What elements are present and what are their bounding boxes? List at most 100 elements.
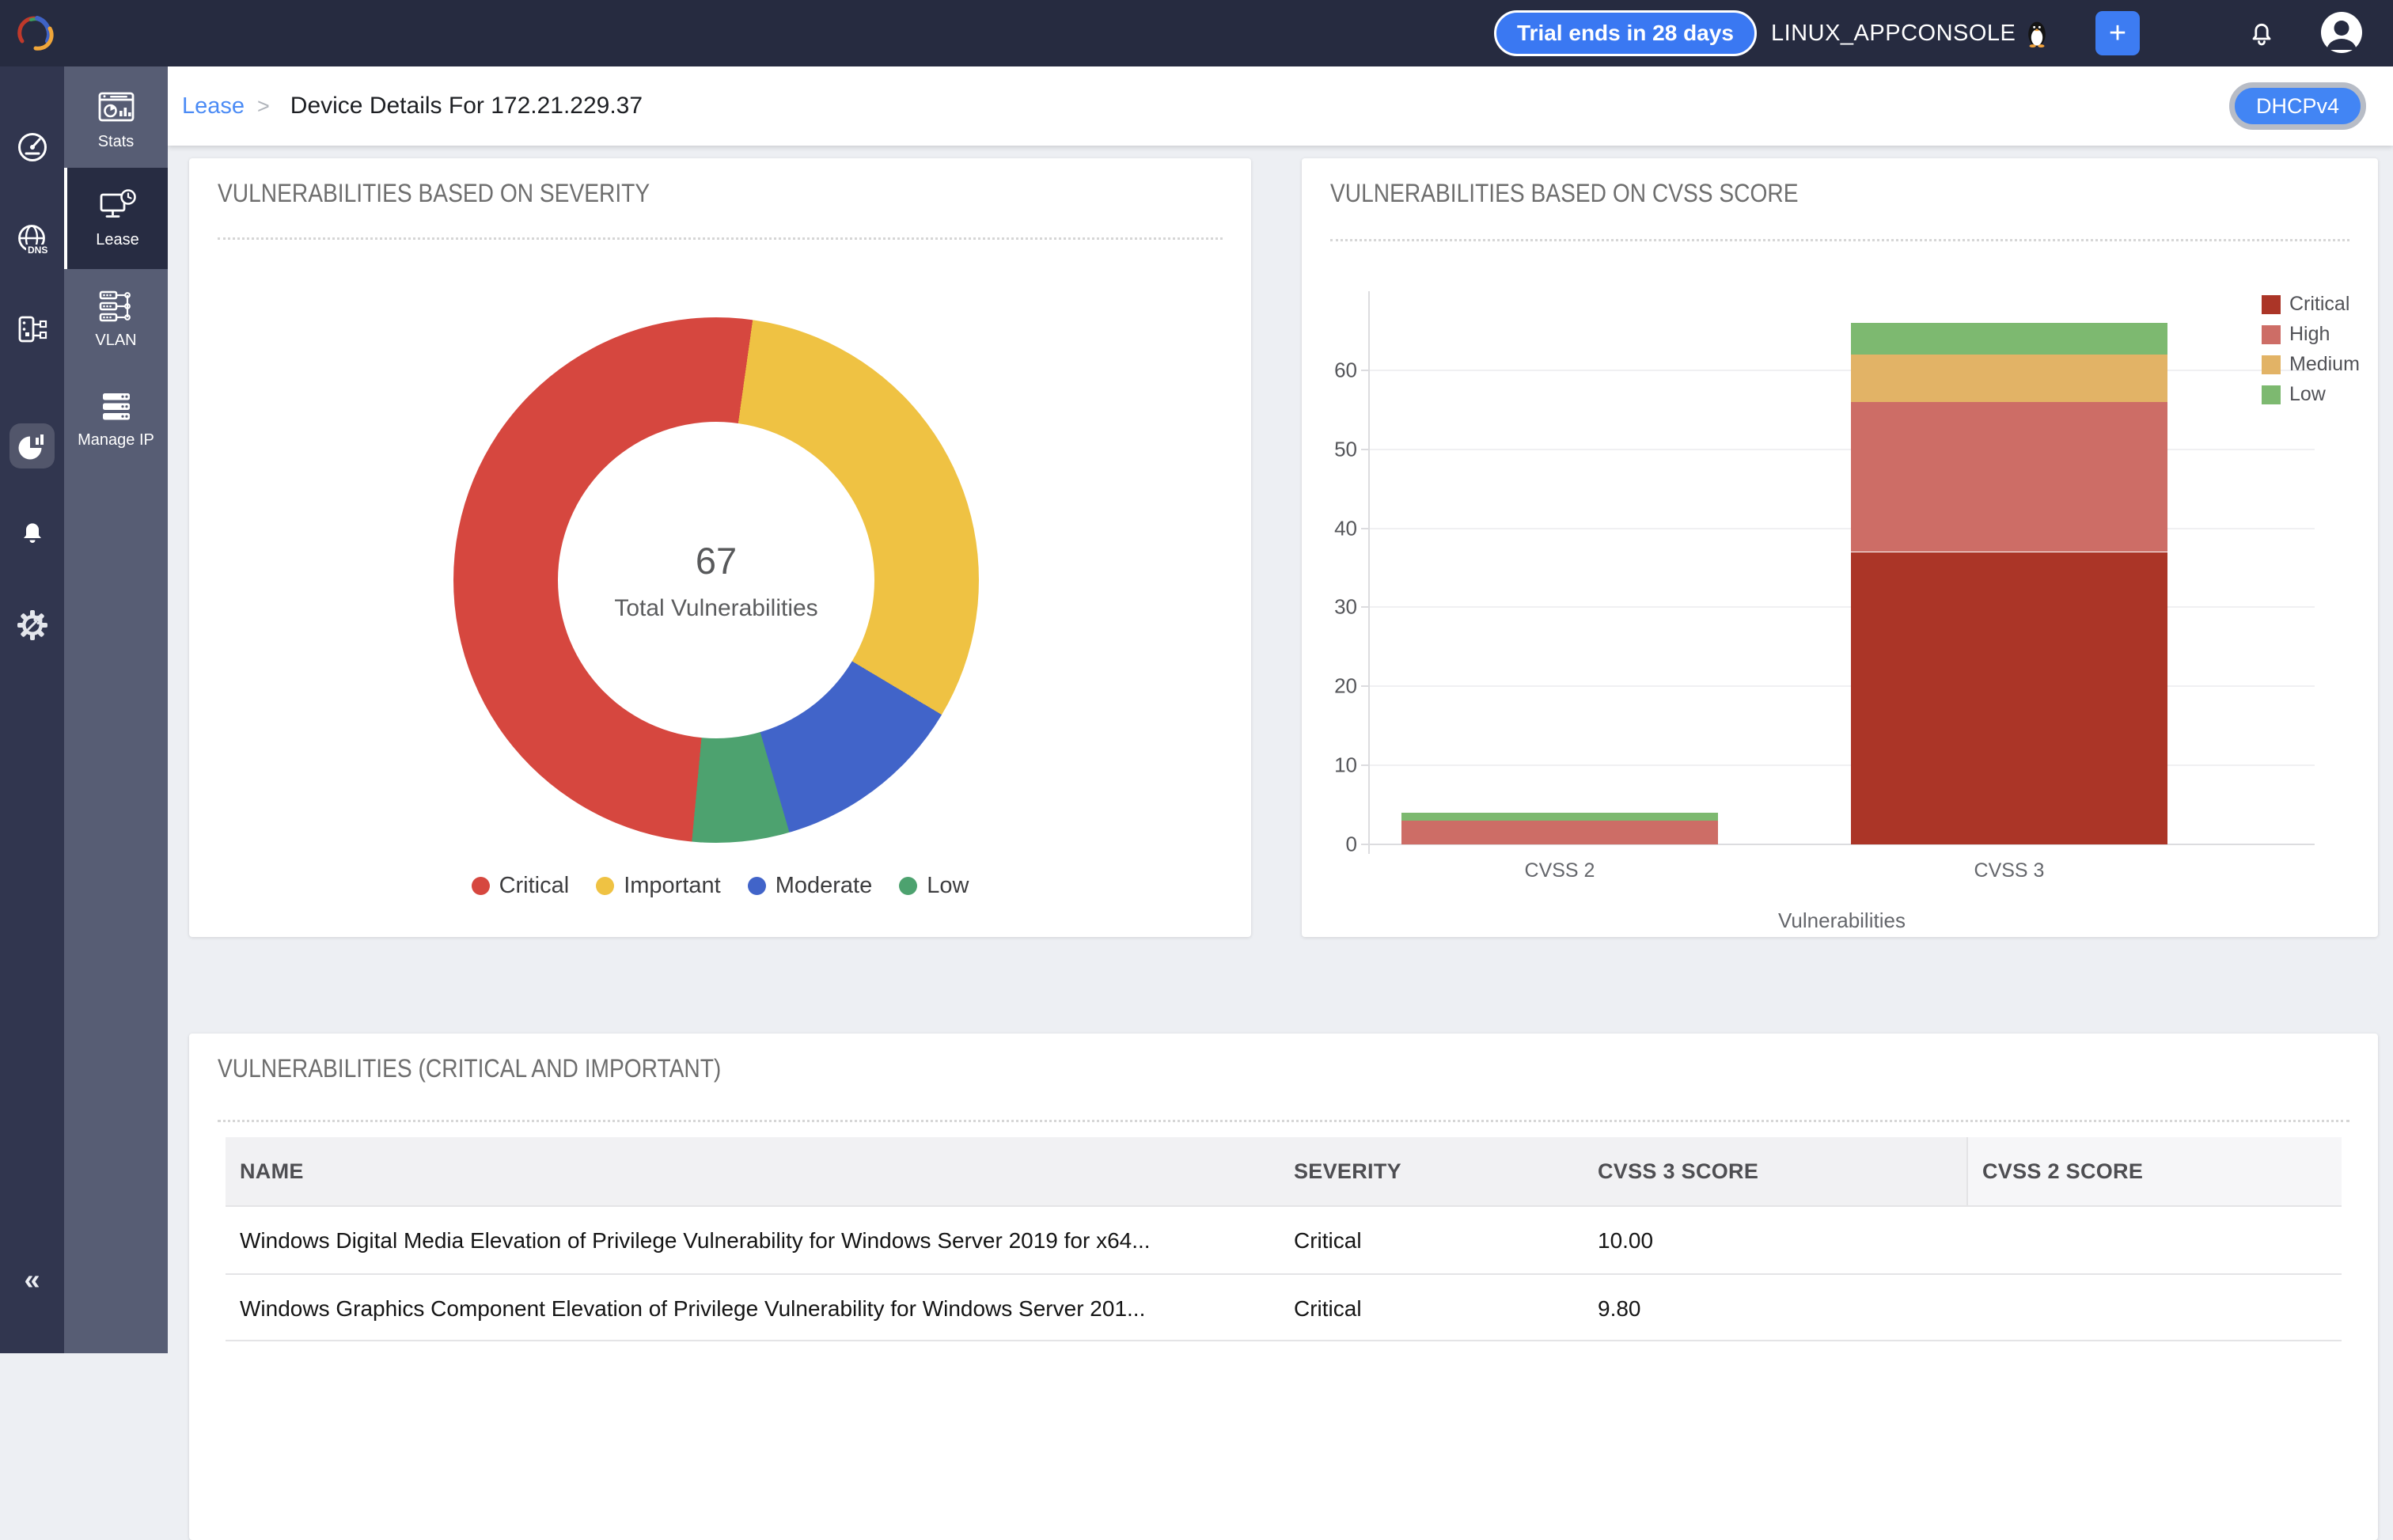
table-header-row: NAMESEVERITYCVSS 3 SCORECVSS 2 SCORE xyxy=(226,1137,2342,1205)
y-tick-label: 20 xyxy=(1311,674,1357,699)
sidebar-item-label: VLAN xyxy=(95,332,136,350)
manage-ip-icon xyxy=(98,391,135,423)
cell-cvss2 xyxy=(1966,1207,2342,1275)
pie-analytics-icon[interactable] xyxy=(0,428,64,465)
dns-globe-icon[interactable]: DNS xyxy=(0,222,64,260)
main-content: VULNERABILITIES BASED ON SEVERITY 67 Tot… xyxy=(168,146,2393,1353)
severity-card-title: VULNERABILITIES BASED ON SEVERITY xyxy=(218,179,650,208)
legend-dot xyxy=(748,877,766,895)
add-button[interactable]: + xyxy=(2095,11,2140,55)
divider xyxy=(218,1120,2349,1122)
cvss-card: VULNERABILITIES BASED ON CVSS SCORE Vuln… xyxy=(1302,158,2378,937)
gridline xyxy=(1369,449,2315,450)
rail-bell-icon[interactable] xyxy=(0,515,64,550)
cell-severity: Critical xyxy=(1280,1275,1583,1343)
notifications-bell-icon[interactable] xyxy=(2244,16,2279,51)
settings-gear-icon[interactable] xyxy=(0,607,64,643)
severity-donut-chart[interactable]: 67 Total Vulnerabilities xyxy=(453,317,979,843)
sidebar-item-lease[interactable]: Lease xyxy=(64,168,168,269)
dhcp-version-badge[interactable]: DHCPv4 xyxy=(2229,82,2366,130)
icon-rail: DNS xyxy=(0,66,64,1353)
collapse-sidebar-button[interactable]: « xyxy=(0,1263,64,1296)
legend-label: Low xyxy=(2289,383,2326,406)
legend-swatch xyxy=(2262,295,2281,314)
user-avatar-icon[interactable] xyxy=(2320,11,2363,54)
top-bar: Trial ends in 28 days LINUX_APPCONSOLE + xyxy=(0,0,2393,66)
gridline xyxy=(1369,685,2315,687)
table-card-title: VULNERABILITIES (CRITICAL AND IMPORTANT) xyxy=(218,1054,721,1083)
bar-segment-medium-cvss-3[interactable] xyxy=(1851,355,2167,402)
sidebar-item-label: Lease xyxy=(96,231,139,249)
category-label: CVSS 3 xyxy=(1851,859,2167,882)
legend-item-medium: Medium xyxy=(2262,353,2360,376)
column-header-cvss-3-score: CVSS 3 SCORE xyxy=(1583,1137,1966,1205)
legend-label: Low xyxy=(927,873,969,899)
legend-item-important: Important xyxy=(596,873,721,899)
breadcrumb-bar: Lease > Device Details For 172.21.229.37… xyxy=(168,66,2393,146)
legend-item-low: Low xyxy=(2262,383,2326,406)
legend-item-moderate: Moderate xyxy=(748,873,873,899)
total-vulnerabilities-value: 67 xyxy=(696,539,737,582)
server-topology-icon[interactable] xyxy=(0,313,64,350)
page-title: Device Details For 172.21.229.37 xyxy=(290,93,643,119)
legend-dot xyxy=(472,877,490,895)
stats-icon xyxy=(97,91,135,124)
sidebar-item-stats[interactable]: Stats xyxy=(64,74,168,168)
cell-cvss3: 10.00 xyxy=(1583,1207,1966,1275)
bar-segment-low-cvss-2[interactable] xyxy=(1401,813,1718,821)
console-name: LINUX_APPCONSOLE xyxy=(1771,0,2049,66)
app-logo-icon[interactable] xyxy=(11,11,57,57)
sidebar-item-label: Stats xyxy=(98,133,135,151)
gridline xyxy=(1369,606,2315,608)
y-tick-label: 50 xyxy=(1311,437,1357,461)
column-header-name: NAME xyxy=(226,1137,1280,1205)
bar-segment-high-cvss-2[interactable] xyxy=(1401,821,1718,844)
console-name-text: LINUX_APPCONSOLE xyxy=(1771,21,2016,47)
legend-swatch xyxy=(2262,355,2281,374)
legend-label: Critical xyxy=(499,873,570,899)
sidebar-item-vlan[interactable]: VLAN xyxy=(64,269,168,370)
sidebar-item-manage-ip[interactable]: Manage IP xyxy=(64,370,168,470)
dashboard-gauge-icon[interactable] xyxy=(0,129,64,165)
legend-label: Moderate xyxy=(776,873,873,899)
vulnerabilities-table: NAMESEVERITYCVSS 3 SCORECVSS 2 SCOREWind… xyxy=(226,1137,2342,1341)
legend-label: High xyxy=(2289,323,2330,346)
gridline xyxy=(1369,370,2315,371)
y-tick-label: 10 xyxy=(1311,753,1357,778)
gridline xyxy=(1369,528,2315,529)
legend-dot xyxy=(899,877,917,895)
trial-countdown-button[interactable]: Trial ends in 28 days xyxy=(1494,10,1757,56)
column-header-cvss-2-score: CVSS 2 SCORE xyxy=(1966,1137,2342,1205)
table-row[interactable]: Windows Digital Media Elevation of Privi… xyxy=(226,1205,2342,1273)
legend-item-low: Low xyxy=(899,873,969,899)
sidebar-item-label: Manage IP xyxy=(78,431,154,449)
y-axis-line xyxy=(1368,291,1370,854)
legend-item-high: High xyxy=(2262,323,2330,346)
divider xyxy=(218,237,1223,240)
cvss-bar-chart[interactable]: Vulnerabilities 0102030405060CVSS 2CVSS … xyxy=(1302,158,2378,937)
y-tick-label: 0 xyxy=(1311,833,1357,857)
legend-dot xyxy=(596,877,614,895)
x-axis-title: Vulnerabilities xyxy=(1369,908,2315,933)
lease-icon xyxy=(98,188,138,222)
penguin-icon xyxy=(2025,19,2049,47)
vlan-icon xyxy=(98,290,135,323)
legend-label: Critical xyxy=(2289,293,2349,316)
cell-cvss2 xyxy=(1966,1275,2342,1343)
y-tick-label: 30 xyxy=(1311,595,1357,620)
severity-legend: Critical Important Moderate Low xyxy=(189,873,1251,899)
bar-segment-low-cvss-3[interactable] xyxy=(1851,323,2167,355)
breadcrumb-parent-link[interactable]: Lease xyxy=(182,93,245,119)
legend-label: Important xyxy=(624,873,721,899)
vulnerabilities-table-card: VULNERABILITIES (CRITICAL AND IMPORTANT)… xyxy=(189,1034,2378,1540)
dns-label: DNS xyxy=(28,245,47,256)
y-tick-label: 40 xyxy=(1311,516,1357,541)
legend-item-critical: Critical xyxy=(472,873,570,899)
cell-severity: Critical xyxy=(1280,1207,1583,1275)
bar-segment-critical-cvss-3[interactable] xyxy=(1851,552,2167,845)
table-row[interactable]: Windows Graphics Component Elevation of … xyxy=(226,1273,2342,1341)
donut-center: 67 Total Vulnerabilities xyxy=(558,422,874,738)
total-vulnerabilities-label: Total Vulnerabilities xyxy=(614,595,817,622)
bar-segment-high-cvss-3[interactable] xyxy=(1851,402,2167,552)
severity-card: VULNERABILITIES BASED ON SEVERITY 67 Tot… xyxy=(189,158,1251,937)
